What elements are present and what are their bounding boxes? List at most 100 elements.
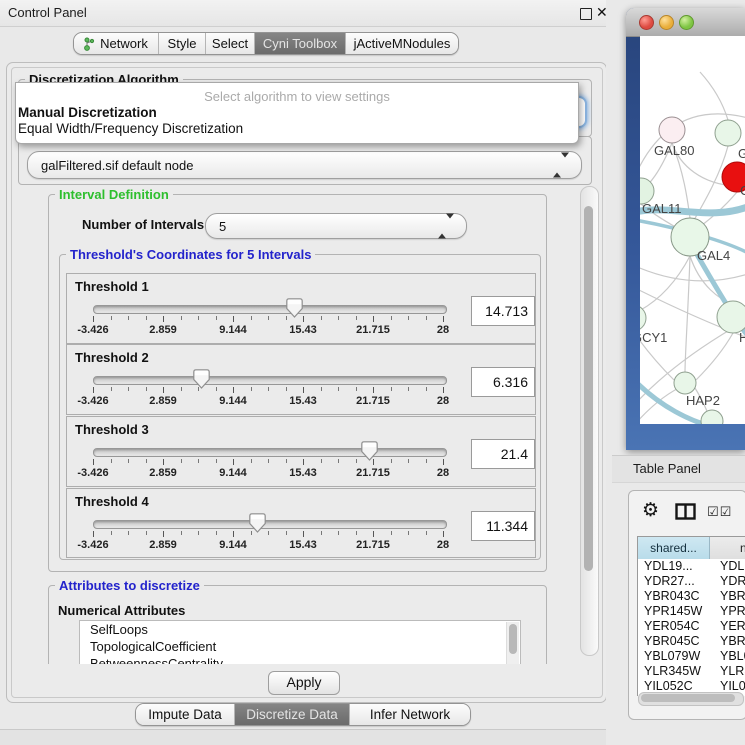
scrollbar-thumb[interactable] <box>584 206 593 571</box>
gear-icon[interactable]: ⚙ <box>642 499 659 522</box>
slider-tick <box>356 316 357 320</box>
cell-name[interactable]: YBL0 <box>716 649 745 664</box>
cell-shared-name[interactable]: YBR043C <box>638 589 716 604</box>
node-bottom[interactable] <box>701 410 723 424</box>
tab-impute-data[interactable]: Impute Data <box>136 704 234 725</box>
slider-thumb[interactable] <box>249 513 266 533</box>
slider-tick <box>93 459 94 465</box>
slider-tick <box>408 316 409 320</box>
option-equal-width-frequency[interactable]: Equal Width/Frequency Discretization <box>18 121 243 136</box>
cell-name[interactable]: YLR3 <box>716 664 745 679</box>
number-of-intervals-spinner[interactable]: 5 <box>205 213 467 239</box>
column-shared-name[interactable]: shared... <box>638 537 710 559</box>
node-gal80[interactable] <box>659 117 685 143</box>
cell-name[interactable]: YER0 <box>716 619 745 634</box>
slider-thumb[interactable] <box>193 369 210 389</box>
cell-shared-name[interactable]: YDR27... <box>638 574 716 589</box>
table-row[interactable]: YBR043CYBR0 <box>638 589 745 604</box>
tab-infer-network[interactable]: Infer Network <box>349 704 470 725</box>
cell-name[interactable]: YDL1 <box>716 559 745 574</box>
slider-tick <box>198 531 199 535</box>
threshold-2-slider[interactable]: -3.4262.8599.14415.4321.71528 <box>89 369 449 411</box>
node-g[interactable] <box>715 120 741 146</box>
cell-shared-name[interactable]: YLR345W <box>638 664 716 679</box>
network-graph: GAL80 G GAL11 GAL4 GCY1 H HAP2 C <box>640 36 745 424</box>
slider-tick <box>146 459 147 463</box>
table-row[interactable]: YDR27...YDR2 <box>638 574 745 589</box>
label-c: C <box>740 183 745 198</box>
cell-shared-name[interactable]: YBR045C <box>638 634 716 649</box>
attribute-item[interactable]: SelfLoops <box>80 621 520 638</box>
settings-scrollbar[interactable] <box>580 186 599 656</box>
node-h[interactable] <box>717 301 745 333</box>
spinner-arrows-icon <box>438 219 454 234</box>
table-row[interactable]: YBL079WYBL0 <box>638 649 745 664</box>
table-row[interactable]: YBR045CYBR0 <box>638 634 745 649</box>
slider-tick <box>408 387 409 391</box>
split-columns-icon[interactable] <box>675 503 696 525</box>
table-row[interactable]: YDL19...YDL1 <box>638 559 745 574</box>
tab-network[interactable]: Network <box>74 33 158 54</box>
column-name[interactable]: n <box>710 537 745 559</box>
tab-cyni-toolbox[interactable]: Cyni Toolbox <box>254 33 345 54</box>
tab-jactivemnodules[interactable]: jActiveMNodules <box>345 33 458 54</box>
tab-select[interactable]: Select <box>205 33 254 54</box>
slider-tick <box>198 316 199 320</box>
slider-track[interactable] <box>93 448 447 457</box>
tab-discretize-data[interactable]: Discretize Data <box>234 704 349 725</box>
cell-shared-name[interactable]: YBL079W <box>638 649 716 664</box>
float-panel-icon[interactable] <box>580 8 592 20</box>
slider-tick <box>233 459 234 465</box>
slider-track[interactable] <box>93 305 447 314</box>
threshold-3-value[interactable]: 21.4 <box>471 439 535 469</box>
cell-shared-name[interactable]: YER054C <box>638 619 716 634</box>
numerical-attributes-list[interactable]: SelfLoopsTopologicalCoefficientBetweenne… <box>79 620 521 664</box>
tab-style[interactable]: Style <box>158 33 205 54</box>
slider-tick <box>233 531 234 537</box>
apply-button[interactable]: Apply <box>268 671 340 695</box>
cell-name[interactable]: YBR0 <box>716 589 745 604</box>
zoom-traffic-light[interactable] <box>679 15 694 30</box>
minimize-traffic-light[interactable] <box>659 15 674 30</box>
slider-tick <box>426 387 427 391</box>
hscroll-thumb[interactable] <box>641 694 735 702</box>
close-traffic-light[interactable] <box>639 15 654 30</box>
threshold-4-slider[interactable]: -3.4262.8599.14415.4321.71528 <box>89 513 449 555</box>
slider-tick <box>181 531 182 535</box>
slider-tick-label: 2.859 <box>149 395 177 407</box>
table-row[interactable]: YPR145WYPR1 <box>638 604 745 619</box>
table-data-combo[interactable]: galFiltered.sif default node <box>27 151 582 179</box>
slider-thumb[interactable] <box>361 441 378 461</box>
table-row[interactable]: YER054CYER0 <box>638 619 745 634</box>
checkbox-filter-icons[interactable]: ☑☑ <box>707 504 732 520</box>
slider-thumb[interactable] <box>286 298 303 318</box>
label-gcy1: GCY1 <box>640 330 667 345</box>
network-canvas[interactable]: GAL80 G GAL11 GAL4 GCY1 H HAP2 C <box>640 36 745 424</box>
interval-definition-group: Interval Definition Number of Intervals … <box>48 194 547 572</box>
node-hap2[interactable] <box>674 372 696 394</box>
cell-name[interactable]: YPR1 <box>716 604 745 619</box>
threshold-1-value[interactable]: 14.713 <box>471 296 535 326</box>
slider-tick <box>216 316 217 320</box>
table-hscrollbar[interactable] <box>638 692 744 706</box>
cell-shared-name[interactable]: YDL19... <box>638 559 716 574</box>
panel-title: Control Panel <box>8 5 87 20</box>
cell-shared-name[interactable]: YPR145W <box>638 604 716 619</box>
attribute-item[interactable]: BetweennessCentrality <box>80 655 520 664</box>
threshold-3-slider[interactable]: -3.4262.8599.14415.4321.71528 <box>89 441 449 483</box>
option-manual-discretization[interactable]: Manual Discretization <box>18 105 157 120</box>
slider-track[interactable] <box>93 376 447 385</box>
table-row[interactable]: YLR345WYLR3 <box>638 664 745 679</box>
slider-tick-label: 21.715 <box>356 324 390 336</box>
slider-tick <box>233 316 234 322</box>
cell-name[interactable]: YBR0 <box>716 634 745 649</box>
network-window-titlebar[interactable] <box>626 8 745 37</box>
attribute-item[interactable]: TopologicalCoefficient <box>80 638 520 655</box>
cell-name[interactable]: YDR2 <box>716 574 745 589</box>
slider-track[interactable] <box>93 520 447 529</box>
threshold-2-value[interactable]: 6.316 <box>471 367 535 397</box>
control-panel-titlebar: Control Panel <box>0 0 612 27</box>
attributes-scrollbar[interactable] <box>506 622 519 664</box>
threshold-4-value[interactable]: 11.344 <box>471 511 535 541</box>
threshold-1-slider[interactable]: -3.4262.8599.14415.4321.71528 <box>89 298 449 340</box>
